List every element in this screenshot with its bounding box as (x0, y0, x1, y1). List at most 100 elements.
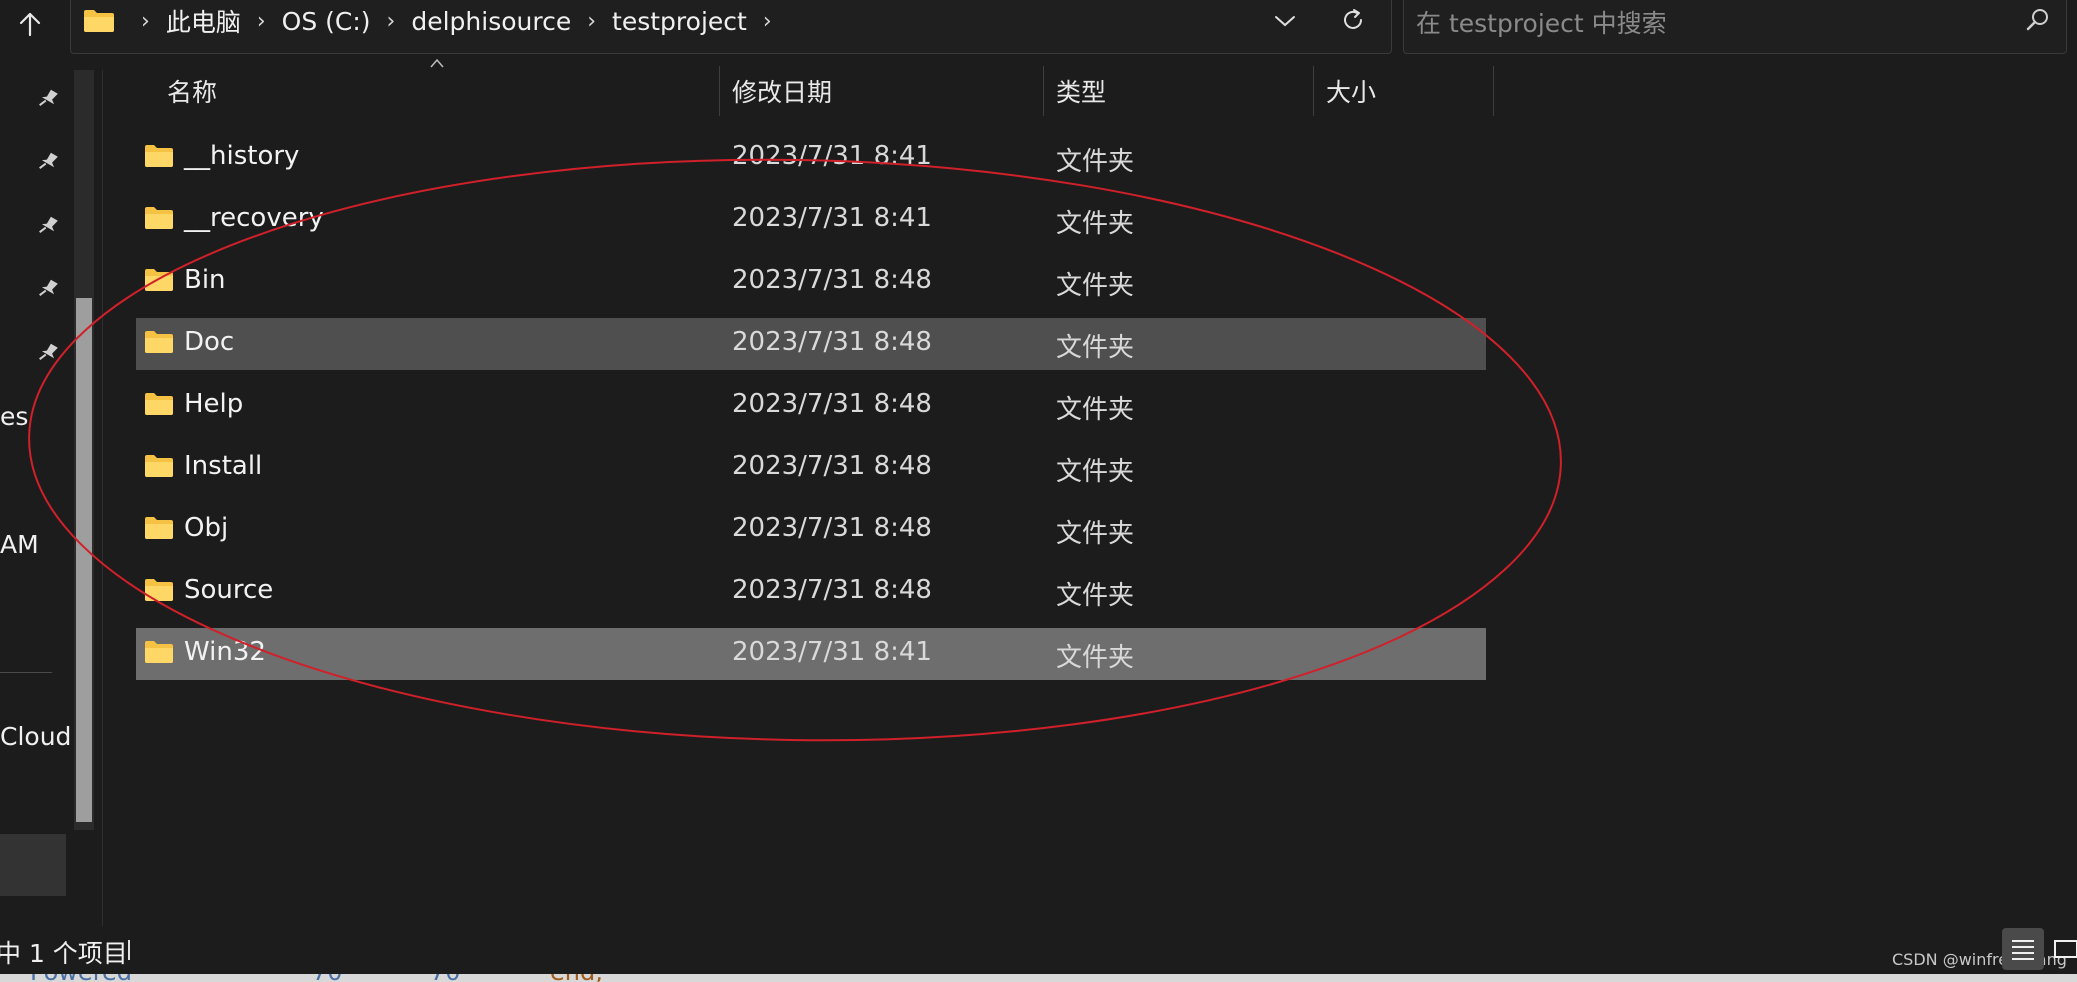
file-name: Source (184, 575, 274, 605)
pin-icon[interactable] (36, 149, 62, 175)
nav-item-label[interactable]: Cloud (0, 722, 71, 751)
file-name: __recovery (184, 203, 324, 233)
arrow-up-icon (19, 12, 41, 37)
pin-icon[interactable] (36, 86, 62, 112)
table-row[interactable]: __history 2023/7/31 8:41 文件夹 (136, 132, 1486, 184)
pin-icon[interactable] (36, 276, 62, 302)
file-modified-date: 2023/7/31 8:41 (732, 203, 932, 233)
column-separator[interactable] (1313, 66, 1314, 116)
chevron-right-icon[interactable]: › (125, 9, 166, 34)
background-text: Powered (30, 974, 132, 982)
folder-icon (84, 10, 114, 32)
file-name: __history (184, 141, 300, 171)
file-modified-date: 2023/7/31 8:48 (732, 513, 932, 543)
table-row[interactable]: Bin 2023/7/31 8:48 文件夹 (136, 256, 1486, 308)
file-name: Bin (184, 265, 226, 295)
file-modified-date: 2023/7/31 8:48 (732, 265, 932, 295)
file-type: 文件夹 (1056, 271, 1135, 301)
folder-icon (145, 207, 173, 229)
file-modified-date: 2023/7/31 8:48 (732, 451, 932, 481)
table-row[interactable]: Doc 2023/7/31 8:48 文件夹 (136, 318, 1486, 370)
column-name-label: 名称 (167, 78, 218, 107)
breadcrumb-drive-c[interactable]: OS (C:) (282, 7, 371, 36)
navigation-pane: es AM Cloud (0, 56, 71, 926)
file-modified-date: 2023/7/31 8:48 (732, 575, 932, 605)
column-header-size[interactable]: 大小 (1326, 66, 1492, 116)
file-name: Help (184, 389, 244, 419)
file-type: 文件夹 (1056, 581, 1135, 611)
folder-icon (145, 641, 173, 663)
folder-icon (145, 579, 173, 601)
file-type: 文件夹 (1056, 209, 1135, 239)
pane-divider (102, 70, 103, 926)
folder-icon (145, 455, 173, 477)
chevron-right-icon[interactable]: › (371, 9, 412, 34)
history-dropdown-button[interactable] (1265, 4, 1305, 38)
chevron-right-icon[interactable]: › (747, 9, 788, 34)
top-bar: › 此电脑 › OS (C:) › delphisource › testpro… (0, 0, 2077, 56)
status-bar: 中 1 个项目 CSDN @winfredzhang (0, 926, 2077, 974)
nav-divider (0, 672, 52, 673)
file-type: 文件夹 (1056, 147, 1135, 177)
table-row[interactable]: Help 2023/7/31 8:48 文件夹 (136, 380, 1486, 432)
nav-item-selected[interactable] (0, 834, 66, 896)
chevron-right-icon[interactable]: › (241, 9, 282, 34)
column-separator[interactable] (1493, 66, 1494, 116)
file-modified-date: 2023/7/31 8:48 (732, 327, 932, 357)
nav-item-label[interactable]: AM (0, 530, 39, 559)
file-name: Win32 (184, 637, 266, 667)
column-header-name[interactable]: 名称 (167, 66, 717, 116)
column-separator[interactable] (719, 66, 720, 116)
column-separator[interactable] (1043, 66, 1044, 116)
tiles-view-icon (2054, 940, 2077, 958)
refresh-button[interactable] (1333, 2, 1373, 38)
file-type: 文件夹 (1056, 395, 1135, 425)
breadcrumb-delphisource[interactable]: delphisource (411, 7, 571, 36)
file-type: 文件夹 (1056, 457, 1135, 487)
column-modified-label: 修改日期 (732, 78, 833, 107)
file-type: 文件夹 (1056, 333, 1135, 363)
status-separator (128, 940, 130, 960)
search-input[interactable]: 在 testproject 中搜索 (1403, 0, 2067, 54)
details-view-button[interactable] (2002, 928, 2044, 970)
column-size-label: 大小 (1326, 78, 1377, 107)
status-item-count: 中 1 个项目 (0, 939, 128, 968)
file-name: Obj (184, 513, 229, 543)
folder-icon (145, 331, 173, 353)
file-name: Install (184, 451, 263, 481)
table-row[interactable]: Source 2023/7/31 8:48 文件夹 (136, 566, 1486, 618)
table-row[interactable]: Win32 2023/7/31 8:41 文件夹 (136, 628, 1486, 680)
address-bar[interactable]: › 此电脑 › OS (C:) › delphisource › testpro… (70, 0, 1392, 54)
file-type: 文件夹 (1056, 519, 1135, 549)
chevron-right-icon[interactable]: › (571, 9, 612, 34)
column-type-label: 类型 (1056, 78, 1107, 107)
background-window-strip: Powered 70 70 end; (0, 974, 2077, 982)
table-row[interactable]: Install 2023/7/31 8:48 文件夹 (136, 442, 1486, 494)
details-view-icon (2012, 940, 2034, 960)
file-name: Doc (184, 327, 235, 357)
nav-item-label[interactable]: es (0, 402, 28, 431)
large-icons-view-button[interactable] (2050, 934, 2077, 964)
up-button[interactable] (10, 4, 50, 44)
pin-icon[interactable] (36, 213, 62, 239)
search-placeholder: 在 testproject 中搜索 (1416, 9, 1667, 38)
file-modified-date: 2023/7/31 8:41 (732, 637, 932, 667)
chevron-down-icon (1275, 16, 1295, 27)
folder-icon (145, 145, 173, 167)
column-header-modified[interactable]: 修改日期 (732, 66, 1042, 116)
background-line-number: 70 (430, 974, 461, 982)
breadcrumb-this-pc[interactable]: 此电脑 (166, 3, 241, 39)
background-line-number: 70 (312, 974, 343, 982)
folder-icon (145, 269, 173, 291)
search-icon[interactable] (2024, 6, 2052, 34)
nav-scrollbar-thumb[interactable] (76, 298, 92, 822)
pin-icon[interactable] (36, 340, 62, 366)
background-code-keyword: end; (550, 974, 603, 982)
file-modified-date: 2023/7/31 8:48 (732, 389, 932, 419)
breadcrumb-testproject[interactable]: testproject (612, 7, 747, 36)
table-row[interactable]: Obj 2023/7/31 8:48 文件夹 (136, 504, 1486, 556)
file-modified-date: 2023/7/31 8:41 (732, 141, 932, 171)
folder-icon (145, 393, 173, 415)
table-row[interactable]: __recovery 2023/7/31 8:41 文件夹 (136, 194, 1486, 246)
column-header-type[interactable]: 类型 (1056, 66, 1310, 116)
